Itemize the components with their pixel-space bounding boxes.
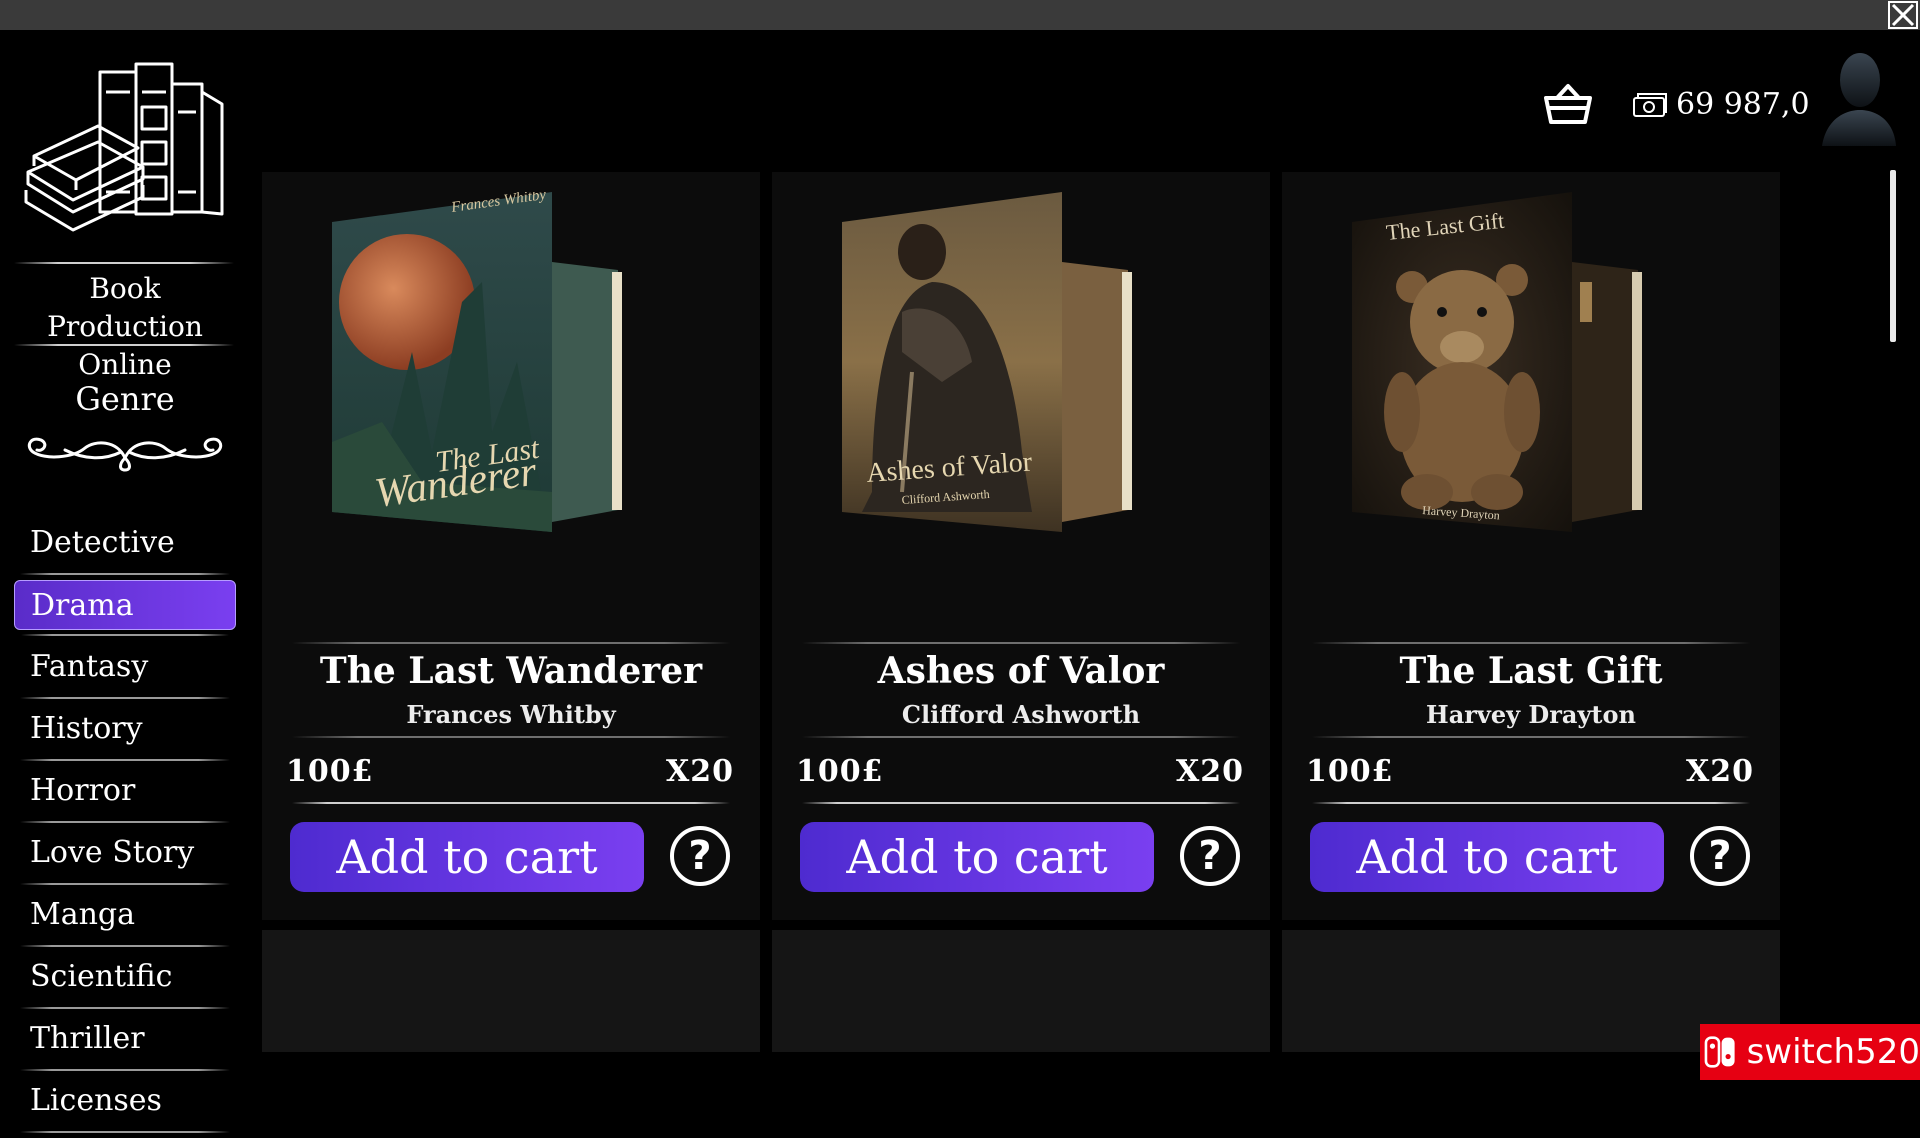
close-icon [1888,1,1918,29]
divider [292,802,730,804]
book-price: 100£ [286,754,374,789]
book-card: Ashes of Valor Clifford Ashworth Ashes o… [772,172,1270,920]
genre-item-manga[interactable]: Manga [14,890,236,947]
help-button[interactable]: ? [670,826,730,886]
book-author: Frances Whitby [406,700,616,729]
genre-list: Detective Drama Fantasy History Horror L… [14,518,236,1138]
genre-label: Drama [31,588,134,623]
books-logo-icon [24,62,224,232]
book-card-placeholder [772,930,1270,1052]
genre-label: Fantasy [30,649,149,684]
scrollbar-thumb[interactable] [1890,170,1896,342]
genre-label: Manga [30,897,136,932]
book-author: Clifford Ashworth [901,700,1141,729]
genre-item-drama[interactable]: Drama [14,580,236,636]
genre-label: Scientific [30,959,173,994]
app-title: Book Production Online [10,262,240,392]
add-to-cart-button[interactable]: Add to cart [290,822,644,892]
title-divider-bottom [14,344,234,346]
genre-label: Detective [30,525,175,560]
genre-item-scientific[interactable]: Scientific [14,952,236,1009]
book-price: 100£ [796,754,884,789]
genre-item-licenses[interactable]: Licenses [14,1076,236,1133]
book-title: The Last Gift [1399,650,1663,692]
book-title: The Last Wanderer [319,650,703,692]
book-quantity: X20 [1175,754,1244,789]
book-cover-art: Ashes of Valor Clifford Ashworth [842,192,1132,532]
genre-item-fantasy[interactable]: Fantasy [14,642,236,699]
money-value: 69 987,0 [1676,86,1810,122]
divider [292,736,730,738]
genre-item-thriller[interactable]: Thriller [14,1014,236,1071]
book-cover-art: Frances Whitby The Last Wanderer [332,192,622,532]
book-quantity: X20 [665,754,734,789]
book-card-placeholder [262,930,760,1052]
app-title-line2: Online [78,348,172,381]
title-bar [0,0,1920,30]
book-author: Harvey Drayton [1426,700,1636,729]
book-title: Ashes of Valor [877,650,1165,692]
watermark-badge: switch520 [1700,1024,1920,1080]
help-button[interactable]: ? [1180,826,1240,886]
basket-icon[interactable] [1543,82,1593,126]
book-card: The Last Gift Harvey Drayton The Last Gi… [1282,172,1780,920]
divider [1312,736,1750,738]
divider [292,642,730,644]
flourish-ornament-icon [27,437,223,472]
book-card: Frances Whitby The Last Wanderer The Las… [262,172,760,920]
genre-label: History [30,711,143,746]
help-button[interactable]: ? [1690,826,1750,886]
close-button[interactable] [1886,0,1920,30]
app-title-line1: Book Production [47,272,203,343]
genre-item-detective[interactable]: Detective [14,518,236,575]
genre-label: Horror [30,773,136,808]
banknote-icon [1633,93,1667,117]
genre-heading: Genre [75,380,175,418]
divider [802,642,1240,644]
genre-label: Licenses [30,1083,162,1118]
add-to-cart-button[interactable]: Add to cart [1310,822,1664,892]
genre-label: Love Story [30,835,195,870]
add-to-cart-button[interactable]: Add to cart [800,822,1154,892]
genre-item-horror[interactable]: Horror [14,766,236,823]
switch-logo-icon [1704,1036,1735,1068]
divider [802,736,1240,738]
book-price: 100£ [1306,754,1394,789]
book-quantity: X20 [1685,754,1754,789]
genre-item-history[interactable]: History [14,704,236,761]
genre-label: Thriller [30,1021,145,1056]
user-silhouette-icon[interactable] [1818,46,1898,146]
divider [802,802,1240,804]
divider [1312,642,1750,644]
money-display: 69 987,0 [1632,82,1810,126]
divider [1312,802,1750,804]
watermark-text: switch520 [1746,1032,1920,1072]
genre-item-love-story[interactable]: Love Story [14,828,236,885]
sidebar: Book Production Online Genre Detective D… [0,30,250,1133]
book-cover-art: The Last Gift Harvey Drayton [1352,192,1642,532]
